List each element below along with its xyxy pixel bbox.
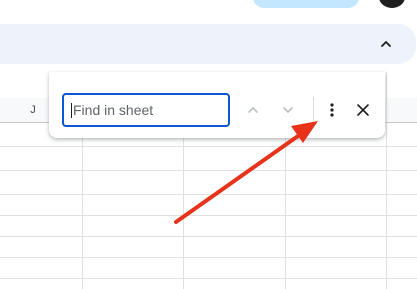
more-vertical-icon (330, 103, 334, 117)
toolbar (0, 24, 416, 64)
divider (313, 97, 314, 123)
collapse-menus-button[interactable] (376, 34, 396, 54)
next-match-button[interactable] (276, 98, 300, 122)
share-button[interactable] (253, 0, 359, 8)
chevron-up-icon (381, 41, 391, 47)
close-find-button[interactable] (351, 98, 375, 122)
close-icon (357, 104, 369, 116)
find-input-placeholder: Find in sheet (73, 102, 154, 118)
column-header-j[interactable]: J (20, 104, 46, 116)
chevron-up-icon (248, 107, 258, 113)
grid-line (0, 146, 417, 147)
grid-line (0, 194, 417, 195)
top-bar (0, 0, 417, 24)
previous-match-button[interactable] (241, 98, 265, 122)
find-input[interactable]: Find in sheet (62, 93, 230, 127)
chevron-down-icon (283, 107, 293, 113)
grid-line (0, 170, 417, 171)
grid-line (0, 278, 417, 279)
grid-line (0, 257, 417, 258)
more-options-button[interactable] (320, 98, 344, 122)
find-in-sheet-panel: Find in sheet (49, 72, 385, 138)
account-avatar[interactable] (379, 0, 405, 8)
grid-line (0, 236, 417, 237)
grid-line (0, 215, 417, 216)
text-caret (71, 102, 72, 118)
